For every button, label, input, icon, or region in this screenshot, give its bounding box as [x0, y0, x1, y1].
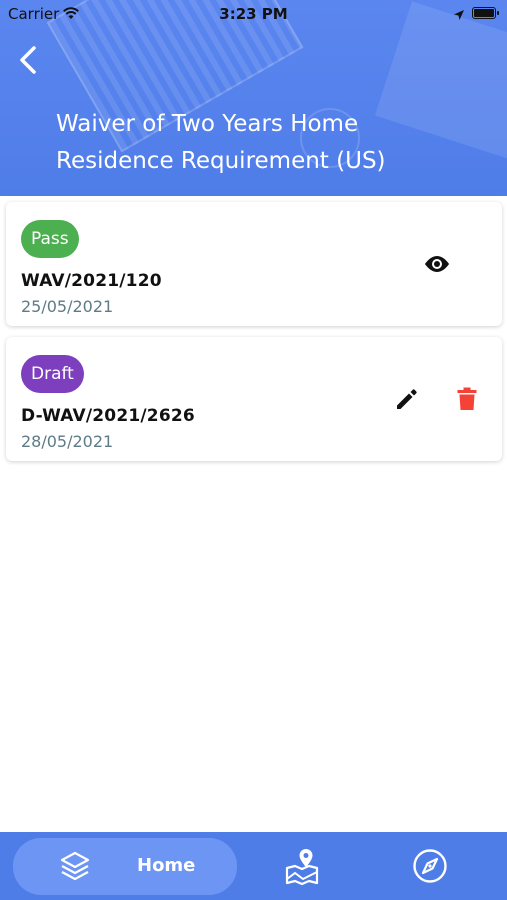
- view-button[interactable]: [422, 252, 452, 276]
- edit-button[interactable]: [394, 386, 420, 412]
- page-title-line: Residence Requirement (US): [56, 148, 386, 174]
- layers-icon: [60, 851, 90, 881]
- pencil-icon: [397, 389, 417, 409]
- status-bar: Carrier 3:23 PM: [0, 0, 507, 28]
- battery-icon: [472, 7, 499, 19]
- status-time: 3:23 PM: [219, 5, 288, 23]
- back-button[interactable]: [14, 44, 44, 76]
- bottom-navigation: Home: [0, 832, 507, 900]
- nav-home-label: Home: [137, 855, 196, 876]
- trash-icon: [457, 387, 477, 410]
- application-date: 28/05/2021: [21, 432, 114, 451]
- nav-map-tab[interactable]: [283, 846, 321, 886]
- nav-explore-tab[interactable]: [412, 848, 448, 884]
- location-arrow-icon: [453, 7, 465, 25]
- status-badge: Draft: [21, 355, 84, 393]
- application-date: 25/05/2021: [21, 297, 114, 316]
- application-card[interactable]: Draft D-WAV/2021/2626 28/05/2021: [6, 337, 502, 461]
- map-pin-icon: [285, 849, 319, 886]
- page-title-line: Waiver of Two Years Home: [56, 111, 359, 137]
- chevron-left-icon: [20, 46, 36, 74]
- page-title: Waiver of Two Years Home Residence Requi…: [56, 106, 476, 180]
- eye-icon: [425, 256, 449, 272]
- delete-button[interactable]: [456, 386, 478, 412]
- status-badge: Pass: [21, 220, 79, 258]
- reference-number: D-WAV/2021/2626: [21, 406, 195, 426]
- compass-icon: [413, 849, 447, 883]
- nav-home-tab[interactable]: Home: [13, 838, 237, 895]
- application-card[interactable]: Pass WAV/2021/120 25/05/2021: [6, 202, 502, 326]
- reference-number: WAV/2021/120: [21, 271, 162, 291]
